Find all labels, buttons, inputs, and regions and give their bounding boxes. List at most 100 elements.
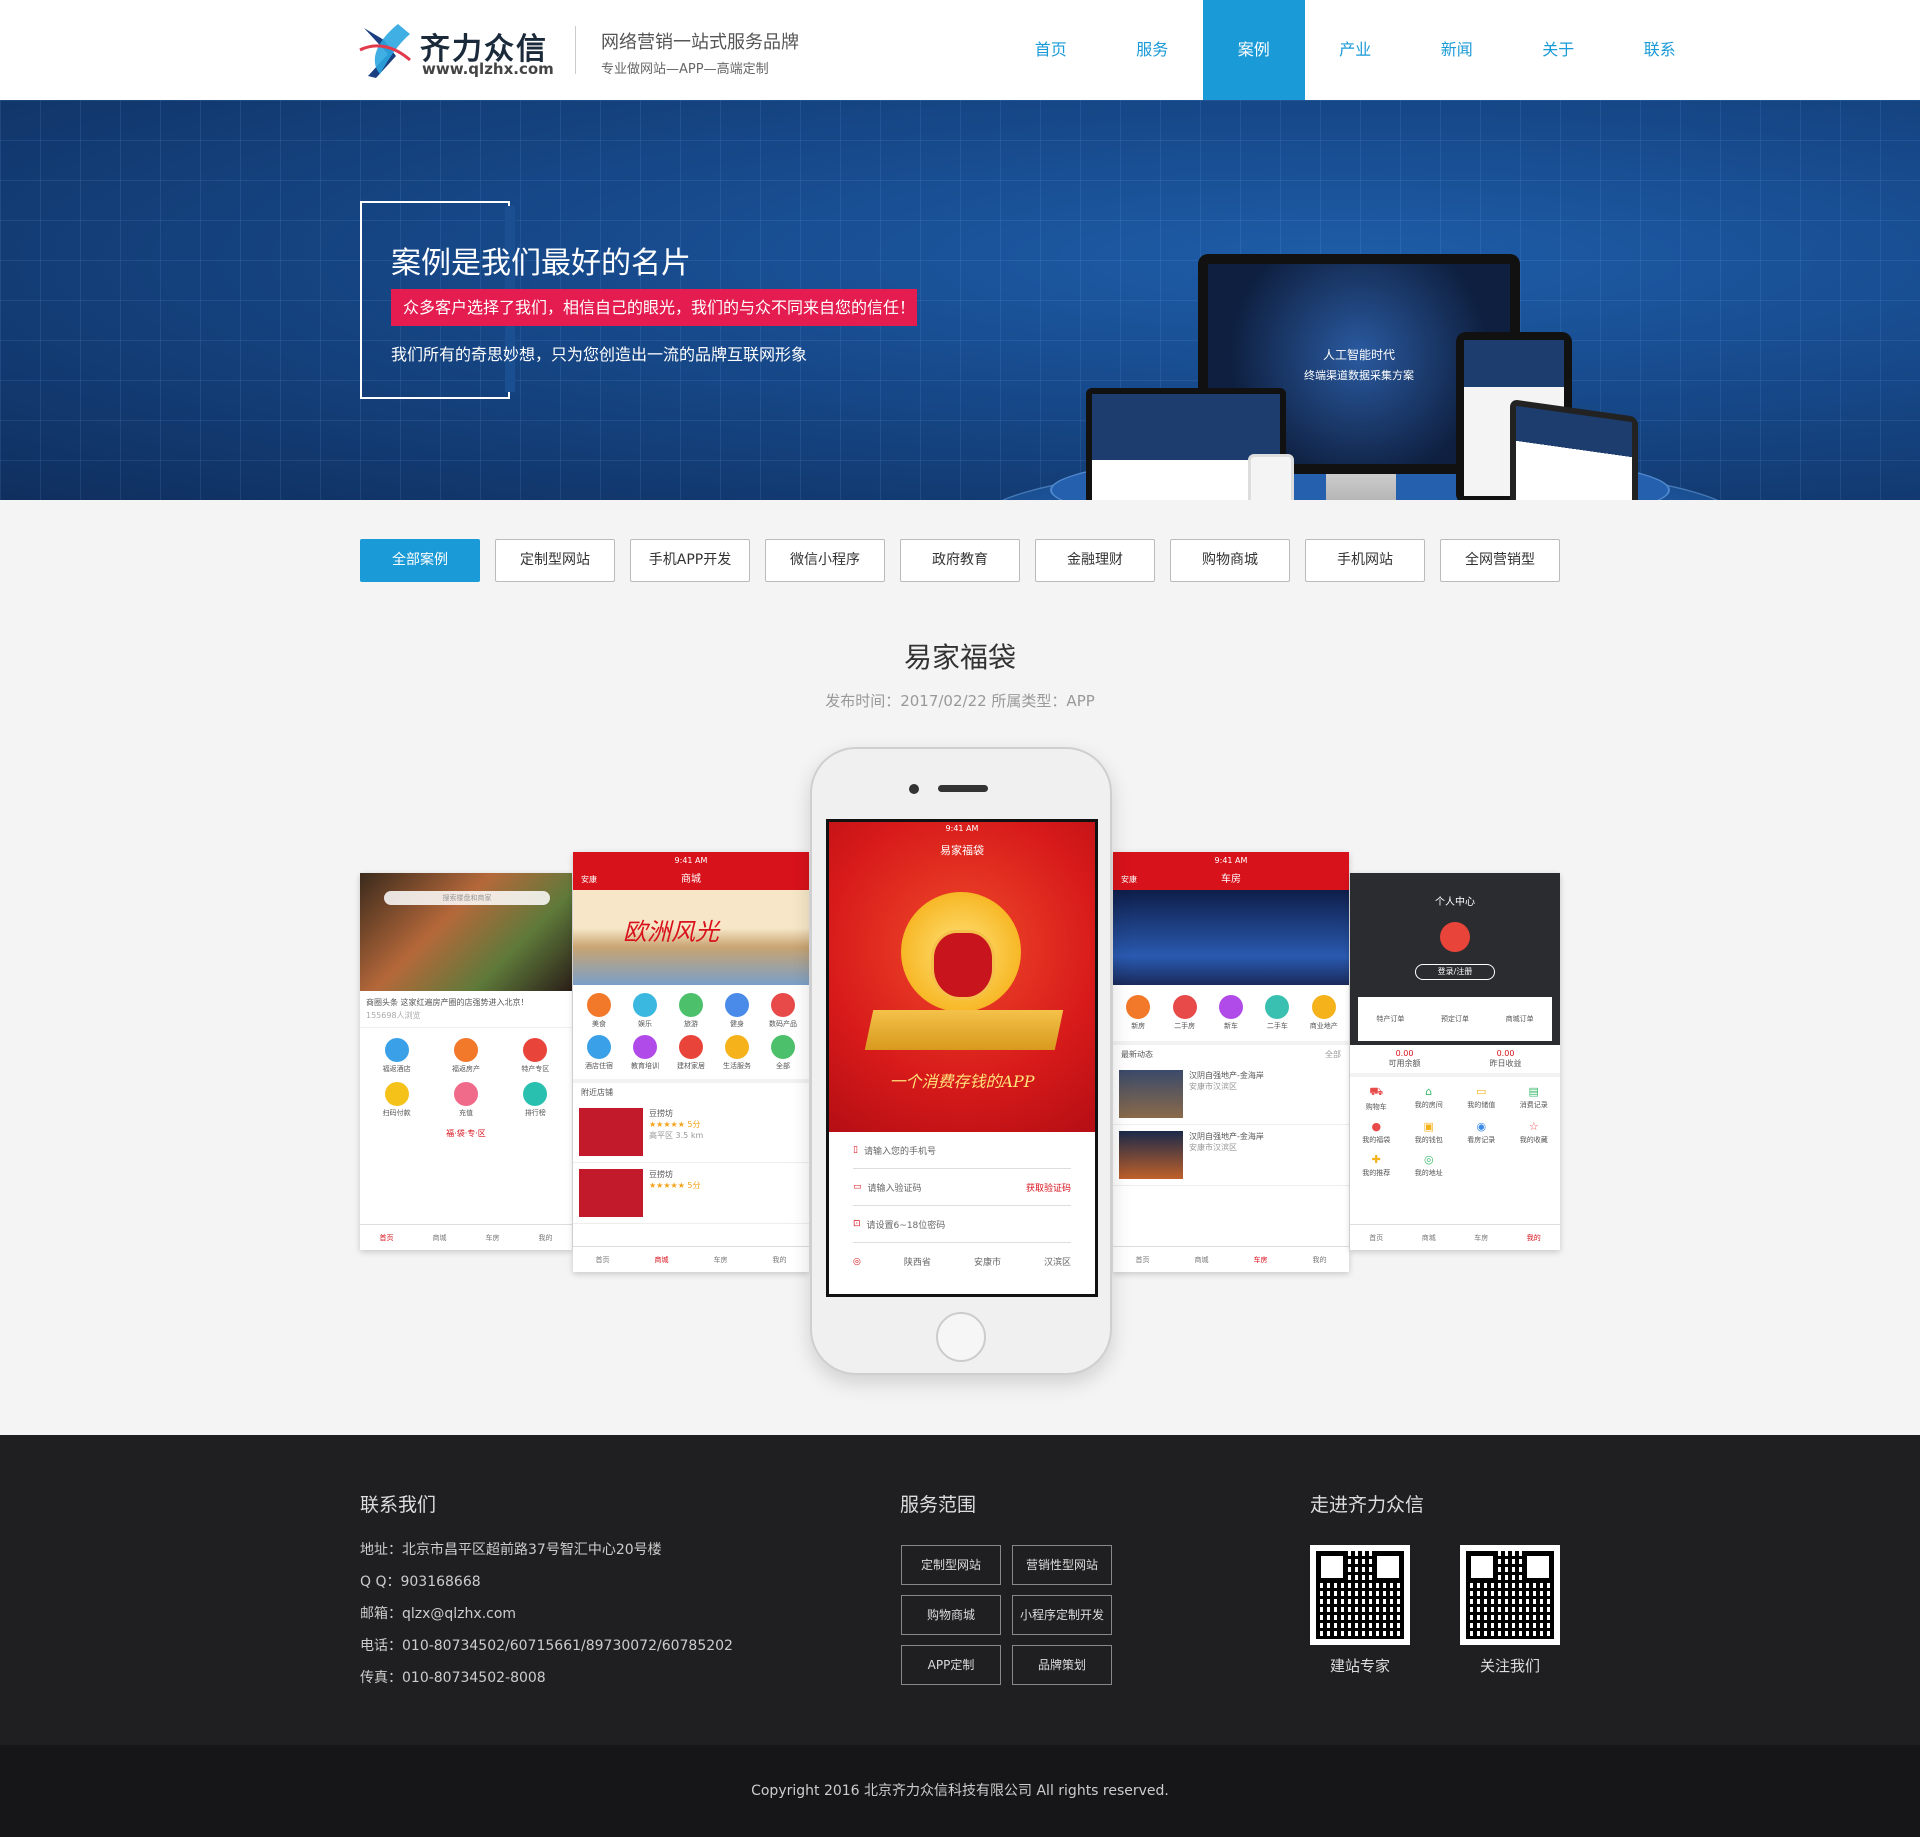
- menu-room[interactable]: ⌂ 我的房间: [1407, 1085, 1452, 1112]
- nav-item-contact[interactable]: 联系: [1609, 0, 1711, 100]
- nav-item-industry[interactable]: 产业: [1305, 0, 1407, 100]
- lock-icon: ⊡: [853, 1219, 861, 1229]
- login-button[interactable]: 登录/注册: [1415, 964, 1495, 980]
- tab-mall[interactable]: 商城: [655, 1255, 669, 1265]
- food-icon: [587, 993, 611, 1017]
- estate-location[interactable]: 安康: [1121, 870, 1137, 890]
- tab-home[interactable]: 首页: [596, 1255, 610, 1265]
- tab-estate[interactable]: 车房: [714, 1255, 728, 1265]
- province-select[interactable]: 陕西省: [904, 1255, 931, 1268]
- city-select[interactable]: 安康市: [974, 1255, 1001, 1268]
- estate-cat[interactable]: 二手房: [1163, 995, 1205, 1031]
- tab-mall[interactable]: 商城: [1422, 1233, 1436, 1243]
- estate-news-row[interactable]: 汉阴自强地产-金海岸 安康市汉滨区: [1113, 1064, 1349, 1125]
- mall-location[interactable]: 安康: [581, 870, 597, 890]
- verification-code-input[interactable]: ▭ 请输入验证码 获取验证码: [853, 1169, 1071, 1206]
- tab-mine[interactable]: 我的: [773, 1255, 787, 1265]
- menu-viewing[interactable]: ◉ 看房记录: [1459, 1120, 1504, 1145]
- mall-cat[interactable]: 全部: [763, 1035, 803, 1071]
- bag-icon: ●: [1371, 1120, 1382, 1133]
- estate-cat[interactable]: 新房: [1117, 995, 1159, 1031]
- service-mini-program[interactable]: 小程序定制开发: [1012, 1595, 1112, 1635]
- filter-mini-program[interactable]: 微信小程序: [765, 539, 885, 582]
- brand-logo-icon[interactable]: [358, 20, 412, 80]
- mall-cat[interactable]: 建材家居: [671, 1035, 711, 1071]
- mall-shop-row[interactable]: 豆捞坊 ★★★★★ 5分 高平区 3.5 km: [573, 1102, 809, 1163]
- phone-number-input[interactable]: ▯ 请输入您的手机号: [853, 1132, 1071, 1169]
- nav-item-cases[interactable]: 案例: [1203, 0, 1305, 100]
- avatar[interactable]: [1440, 922, 1470, 952]
- service-custom-website[interactable]: 定制型网站: [901, 1545, 1001, 1585]
- service-marketing-website[interactable]: 营销性型网站: [1012, 1545, 1112, 1585]
- filter-government-education[interactable]: 政府教育: [900, 539, 1020, 582]
- mall-cat[interactable]: 酒店住宿: [579, 1035, 619, 1071]
- password-input[interactable]: ⊡ 请设置6~18位密码: [853, 1206, 1071, 1243]
- home-icon-estate[interactable]: 福返房产: [435, 1038, 496, 1074]
- menu-favorites[interactable]: ☆ 我的收藏: [1512, 1120, 1557, 1145]
- nav-item-about[interactable]: 关于: [1508, 0, 1610, 100]
- location-icon: ◎: [853, 1256, 861, 1267]
- menu-records[interactable]: ▤ 消费记录: [1512, 1085, 1557, 1112]
- order-mall[interactable]: 商城订单: [1506, 1014, 1534, 1024]
- menu-bag[interactable]: ● 我的福袋: [1354, 1120, 1399, 1145]
- service-app[interactable]: APP定制: [901, 1645, 1001, 1685]
- tab-estate[interactable]: 车房: [1474, 1233, 1488, 1243]
- tab-estate[interactable]: 车房: [486, 1233, 500, 1243]
- mall-cat[interactable]: 娱乐: [625, 993, 665, 1029]
- estate-title-text: 车房: [1221, 874, 1241, 885]
- mall-title-text: 商城: [681, 874, 701, 885]
- home-headline[interactable]: 商圈头条 这家红遍房产圈的店强势进入北京！ 155698人浏览: [360, 991, 572, 1028]
- menu-wallet[interactable]: ▣ 我的钱包: [1407, 1120, 1452, 1145]
- filter-finance[interactable]: 金融理财: [1035, 539, 1155, 582]
- estate-news-row[interactable]: 汉阴自强地产-金海岸 安康市汉滨区: [1113, 1125, 1349, 1186]
- mall-shop-row[interactable]: 豆捞坊 ★★★★★ 5分: [573, 1163, 809, 1224]
- home-icon-specialty[interactable]: 特产专区: [505, 1038, 566, 1074]
- menu-cart[interactable]: ⛟ 购物车: [1354, 1085, 1399, 1112]
- filter-marketing[interactable]: 全网营销型: [1440, 539, 1560, 582]
- get-code-button[interactable]: 获取验证码: [1026, 1181, 1071, 1194]
- tab-mine[interactable]: 我的: [1313, 1255, 1327, 1265]
- home-icon-scan-pay[interactable]: 扫码付款: [366, 1082, 427, 1118]
- menu-stored-value[interactable]: ▭ 我的储值: [1459, 1085, 1504, 1112]
- order-booking[interactable]: 预定订单: [1441, 1014, 1469, 1024]
- mall-cat[interactable]: 数码产品: [763, 993, 803, 1029]
- mall-cat[interactable]: 生活服务: [717, 1035, 757, 1071]
- tab-home[interactable]: 首页: [1369, 1233, 1383, 1243]
- tab-home[interactable]: 首页: [1136, 1255, 1150, 1265]
- dumbbell-icon: [725, 993, 749, 1017]
- district-select[interactable]: 汉滨区: [1044, 1255, 1071, 1268]
- home-icon-ranking[interactable]: 排行榜: [505, 1082, 566, 1118]
- tab-mine[interactable]: 我的: [539, 1233, 553, 1243]
- nav-item-services[interactable]: 服务: [1102, 0, 1204, 100]
- tab-mine[interactable]: 我的: [1527, 1233, 1541, 1243]
- estate-news-all[interactable]: 全部: [1325, 1049, 1341, 1060]
- estate-cat[interactable]: 二手车: [1256, 995, 1298, 1031]
- home-icon-recharge[interactable]: 充值: [435, 1082, 496, 1118]
- tab-mall[interactable]: 商城: [433, 1233, 447, 1243]
- tab-home[interactable]: 首页: [380, 1233, 394, 1243]
- service-shopping-mall[interactable]: 购物商城: [901, 1595, 1001, 1635]
- nav-item-news[interactable]: 新闻: [1406, 0, 1508, 100]
- mall-cat[interactable]: 美食: [579, 993, 619, 1029]
- estate-cat[interactable]: 商业地产: [1303, 995, 1345, 1031]
- service-brand-planning[interactable]: 品牌策划: [1012, 1645, 1112, 1685]
- order-specialty[interactable]: 特产订单: [1376, 1014, 1404, 1024]
- tab-mall[interactable]: 商城: [1195, 1255, 1209, 1265]
- home-icon-hotel[interactable]: 福返酒店: [366, 1038, 427, 1074]
- filter-shopping-mall[interactable]: 购物商城: [1170, 539, 1290, 582]
- footer-email[interactable]: 邮箱：qlzx@qlzhx.com: [360, 1603, 516, 1623]
- menu-referral[interactable]: ✚ 我的推荐: [1354, 1153, 1399, 1178]
- nav-item-home[interactable]: 首页: [1000, 0, 1102, 100]
- wallet-icon: ▣: [1423, 1120, 1434, 1133]
- filter-mobile-site[interactable]: 手机网站: [1305, 539, 1425, 582]
- filter-all[interactable]: 全部案例: [360, 539, 480, 582]
- filter-app-dev[interactable]: 手机APP开发: [630, 539, 750, 582]
- mall-cat[interactable]: 旅游: [671, 993, 711, 1029]
- mall-cat[interactable]: 教育培训: [625, 1035, 665, 1071]
- estate-cat[interactable]: 新车: [1210, 995, 1252, 1031]
- menu-address[interactable]: ◎ 我的地址: [1407, 1153, 1452, 1178]
- tab-estate[interactable]: 车房: [1254, 1255, 1268, 1265]
- mall-cat[interactable]: 健身: [717, 993, 757, 1029]
- home-search-input[interactable]: 搜索楼盘和商家: [384, 891, 550, 905]
- filter-custom-website[interactable]: 定制型网站: [495, 539, 615, 582]
